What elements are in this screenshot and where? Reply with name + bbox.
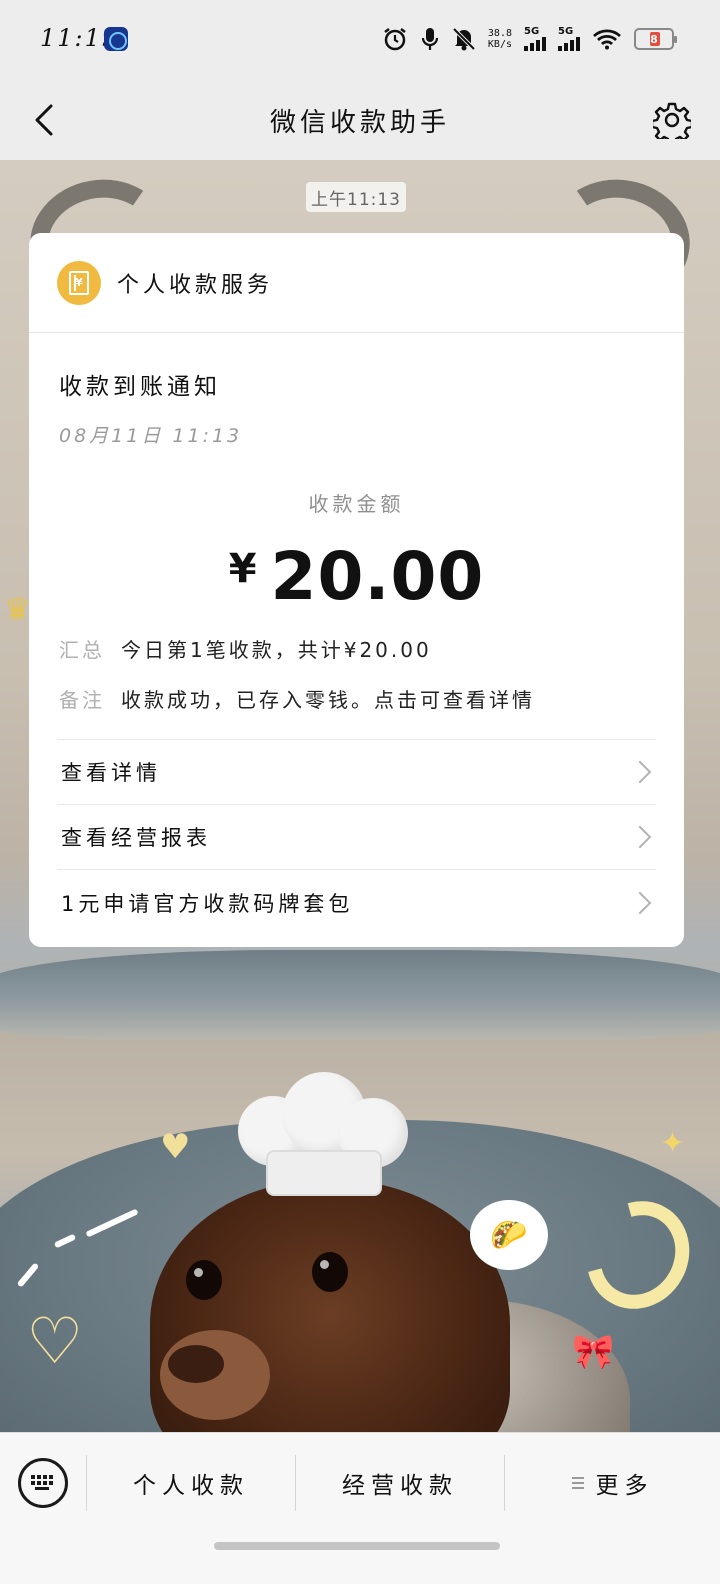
summary-value: 今日第1笔收款，共计¥20.00 [121, 638, 432, 662]
link-label: 查看详情 [61, 761, 161, 785]
page-title: 微信收款助手 [269, 107, 450, 138]
ledger-yen-icon: ¥ [57, 260, 101, 305]
wallpaper-dog-eye [186, 1260, 222, 1300]
chevron-left-icon [35, 104, 53, 136]
back-button[interactable] [22, 98, 66, 142]
payment-notification-card[interactable]: ¥ 个人收款服务 收款到账通知 08月11日 11:13 收款金额 ¥ 20.0… [29, 233, 684, 947]
chef-hat-sticker [238, 1072, 408, 1202]
wifi-icon [592, 28, 622, 50]
amount-label: 收款金额 [308, 492, 405, 516]
sim1-signal: 5G [524, 27, 546, 51]
bow-sticker-icon: 🎀 [572, 1332, 615, 1372]
battery-icon: 8 [634, 28, 677, 50]
chevron-right-icon [628, 825, 652, 849]
home-indicator[interactable] [214, 1542, 500, 1550]
heart-sticker-icon: ♥ [160, 1127, 191, 1167]
net-speed: 38.8 KB/s [487, 28, 512, 50]
summary-key: 汇总 [59, 638, 105, 662]
menu-personal-collection[interactable]: 个人收款 [87, 1455, 295, 1511]
amount-value: 20.00 [270, 538, 485, 615]
currency-symbol: ¥ [228, 546, 257, 592]
sparkle-sticker-icon: ✦ [660, 1126, 686, 1161]
menu-label: 更多 [595, 1473, 654, 1499]
remark-value: 收款成功，已存入零钱。点击可查看详情 [121, 688, 535, 712]
notice-date: 08月11日 11:13 [59, 425, 243, 447]
link-label: 查看经营报表 [61, 826, 211, 850]
gear-icon [653, 102, 691, 139]
mic-icon [420, 26, 440, 52]
service-name: 个人收款服务 [117, 272, 274, 298]
amount-display: ¥ 20.00 [59, 539, 654, 615]
sparkle-lines-sticker [14, 1180, 154, 1288]
card-body[interactable]: 收款到账通知 08月11日 11:13 收款金额 ¥ 20.00 汇总 今日第1… [29, 333, 684, 715]
summary-row: 汇总 今日第1笔收款，共计¥20.00 [59, 635, 654, 665]
chevron-right-icon [628, 891, 652, 914]
notice-title: 收款到账通知 [59, 374, 221, 400]
wallpaper-dog-eye [312, 1252, 348, 1292]
status-bar: 11:19 38.8 KB/s 5G 5G 8 [0, 0, 720, 80]
chat-area[interactable]: ♥ ♡ 🌮 🎀 ✦ ♛ 上午11:13 ¥ 个人收款服务 收款到账通知 08月1… [0, 160, 720, 1432]
keyboard-toggle-button[interactable] [18, 1458, 68, 1508]
keyboard-icon [31, 1475, 53, 1490]
taco-sticker-icon: 🌮 [470, 1200, 548, 1270]
card-header[interactable]: ¥ 个人收款服务 [29, 233, 684, 333]
link-apply-qr-kit[interactable]: 1元申请官方收款码牌套包 [57, 870, 656, 935]
menu-label: 个人收款 [133, 1473, 249, 1499]
heart-sticker-icon: ♡ [26, 1305, 84, 1379]
bottom-menu-bar: 个人收款 经营收款 更多 [0, 1432, 720, 1584]
link-view-details[interactable]: 查看详情 [57, 740, 656, 805]
message-timestamp: 上午11:13 [306, 182, 406, 212]
wallpaper-dog-nose [168, 1345, 224, 1383]
menu-business-collection[interactable]: 经营收款 [296, 1455, 504, 1511]
link-business-report[interactable]: 查看经营报表 [57, 805, 656, 870]
chevron-right-icon [628, 760, 652, 784]
menu-more[interactable]: 更多 [505, 1455, 720, 1511]
link-label: 1元申请官方收款码牌套包 [61, 891, 354, 916]
wallpaper-blanket [0, 950, 720, 1040]
title-bar: 微信收款助手 [0, 80, 720, 160]
app-notification-icon [104, 27, 128, 51]
remark-row: 备注 收款成功，已存入零钱。点击可查看详情 [59, 685, 654, 715]
crown-sticker-icon: ♛ [4, 592, 31, 627]
menu-list-icon [571, 1477, 584, 1489]
sim2-signal: 5G [558, 27, 580, 51]
card-link-list: 查看详情 查看经营报表 1元申请官方收款码牌套包 [57, 739, 656, 935]
status-icons: 38.8 KB/s 5G 5G 8 [382, 24, 677, 54]
remark-key: 备注 [59, 688, 105, 712]
mute-bell-icon [452, 26, 476, 52]
alarm-icon [382, 26, 408, 52]
settings-button[interactable] [650, 98, 694, 142]
menu-label: 经营收款 [342, 1473, 458, 1499]
